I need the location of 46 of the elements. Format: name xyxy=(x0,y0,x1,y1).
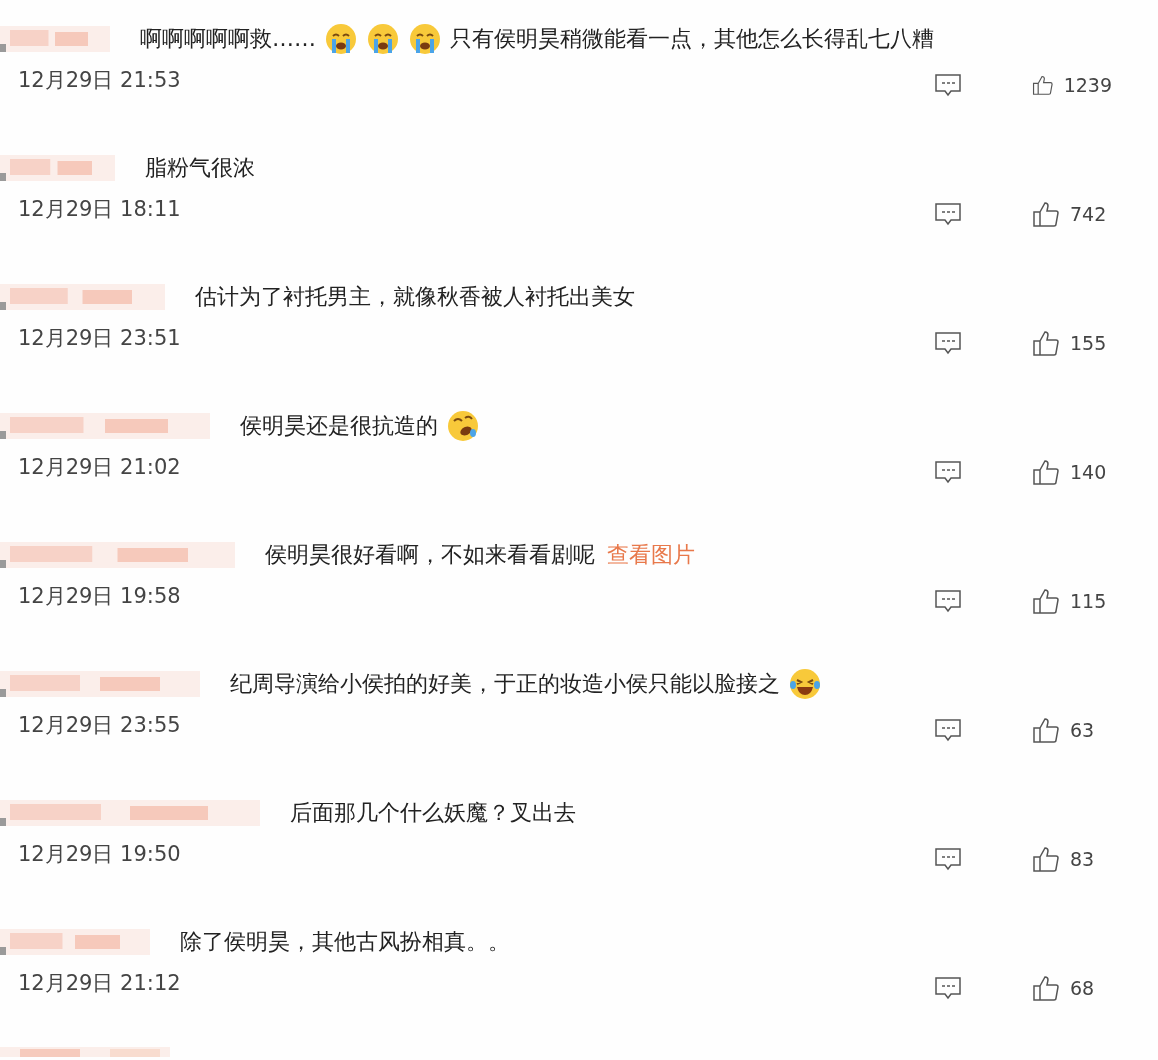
like-count: 1239 xyxy=(1063,74,1112,96)
like-count: 63 xyxy=(1070,719,1095,741)
view-image-link[interactable]: 查看图片 xyxy=(607,540,695,570)
comment-icon[interactable] xyxy=(934,976,962,1000)
comment-text: 只有侯明昊稍微能看一点，其他怎么长得乱七八糟 xyxy=(450,25,934,53)
comment-text: 纪周导演给小侯拍的好美，于正的妆造小侯只能以脸接之 xyxy=(230,670,780,698)
thumbs-up-icon[interactable] xyxy=(1032,458,1060,486)
thumbs-up-icon[interactable] xyxy=(1032,845,1060,873)
comment-text: 后面那几个什么妖魔？叉出去 xyxy=(290,799,576,827)
crying-emoji-icon xyxy=(366,22,400,56)
comment-time: 12月29日 21:12 xyxy=(18,970,181,997)
like-count: 68 xyxy=(1070,977,1095,999)
tilted-emoji-icon xyxy=(446,409,480,443)
comment-time: 12月29日 21:53 xyxy=(18,67,181,94)
like-count: 155 xyxy=(1070,332,1107,354)
thumbs-up-icon[interactable] xyxy=(1032,200,1060,228)
comment-time: 12月29日 21:02 xyxy=(18,454,181,481)
thumbs-up-icon[interactable] xyxy=(1032,974,1060,1002)
like-count: 115 xyxy=(1070,590,1107,612)
comment-text: 估计为了衬托男主，就像秋香被人衬托出美女 xyxy=(195,283,635,311)
crying-emoji-icon xyxy=(324,22,358,56)
comment-time: 12月29日 23:51 xyxy=(18,325,181,352)
comment-text: 侯明昊很好看啊，不如来看看剧呢 xyxy=(265,541,595,569)
like-count: 742 xyxy=(1070,203,1107,225)
comment-text: 侯明昊还是很抗造的 xyxy=(240,412,438,440)
comment-icon[interactable] xyxy=(934,847,962,871)
comment-time: 12月29日 19:58 xyxy=(18,583,181,610)
comment-text: 啊啊啊啊啊救…… xyxy=(140,25,316,53)
crying-emoji-icon xyxy=(408,22,442,56)
comment-icon[interactable] xyxy=(934,718,962,742)
like-count: 83 xyxy=(1070,848,1095,870)
comment-time: 12月29日 18:11 xyxy=(18,196,181,223)
comment-icon[interactable] xyxy=(934,73,962,97)
comment-icon[interactable] xyxy=(934,331,962,355)
like-count: 140 xyxy=(1070,461,1107,483)
laughing-emoji-icon xyxy=(788,667,822,701)
comment-icon[interactable] xyxy=(934,202,962,226)
thumbs-up-icon[interactable] xyxy=(1032,587,1060,615)
comment-time: 12月29日 19:50 xyxy=(18,841,181,868)
comment-icon[interactable] xyxy=(934,460,962,484)
thumbs-up-icon[interactable] xyxy=(1032,329,1060,357)
thumbs-up-icon[interactable] xyxy=(1032,716,1060,744)
comment-text: 脂粉气很浓 xyxy=(145,154,255,182)
comment-time: 12月29日 23:55 xyxy=(18,712,181,739)
comment-text: 除了侯明昊，其他古风扮相真。。 xyxy=(180,928,510,956)
comment-icon[interactable] xyxy=(934,589,962,613)
